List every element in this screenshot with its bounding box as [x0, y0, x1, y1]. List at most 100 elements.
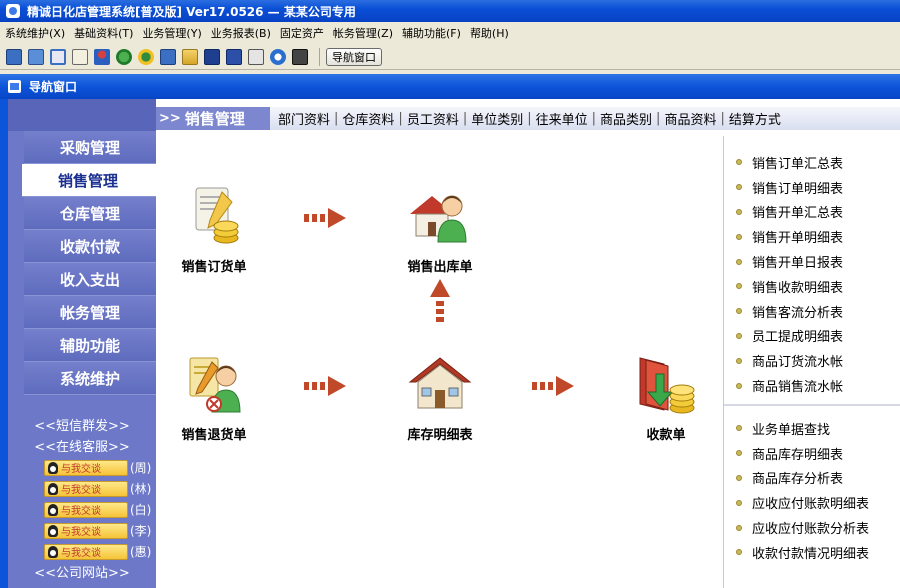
bullet-icon — [736, 233, 742, 240]
export-icon[interactable] — [160, 48, 176, 65]
list-icon[interactable] — [28, 48, 44, 65]
report-icon[interactable] — [72, 48, 88, 65]
menu-help[interactable]: 帮助(H) — [465, 25, 513, 41]
report-label: 销售收款明细表 — [752, 280, 844, 296]
link-products[interactable]: 商品资料 — [664, 109, 716, 128]
chat-contact-name: (白) — [130, 503, 152, 517]
menu-fixed-assets[interactable]: 固定资产 — [275, 25, 328, 41]
report-link[interactable]: 销售开单日报表 — [724, 249, 900, 274]
report-link[interactable]: 销售订单汇总表 — [724, 150, 900, 175]
card-icon[interactable] — [204, 48, 220, 65]
chat-contact-name: (周) — [130, 461, 152, 475]
report-link[interactable]: 应收应付账款分析表 — [724, 515, 900, 540]
report-link[interactable]: 销售开单汇总表 — [724, 200, 900, 225]
chat-label: 与我交谈 — [61, 485, 101, 496]
report-label: 销售开单明细表 — [752, 231, 844, 247]
chat-row[interactable]: 与我交谈 (惠) — [8, 541, 156, 562]
link-partners[interactable]: 往来单位 — [536, 109, 588, 128]
nav-window-titlebar: 导航窗口 — [0, 74, 900, 99]
report-link[interactable]: 商品销售流水帐 — [724, 373, 900, 398]
sidebar-item-income-expense[interactable]: 收入支出 — [24, 263, 156, 296]
report-link[interactable]: 销售订单明细表 — [724, 175, 900, 200]
chat-row[interactable]: 与我交谈 (林) — [8, 478, 156, 499]
bullet-icon — [736, 549, 742, 556]
windows-icon[interactable] — [50, 48, 66, 65]
sidebar-item-sales[interactable]: 销售管理 — [22, 164, 156, 197]
link-product-category[interactable]: 商品类别 — [600, 109, 652, 128]
chat-badge[interactable]: 与我交谈 — [44, 543, 128, 560]
exit-icon[interactable] — [292, 48, 308, 65]
report-label: 销售开单日报表 — [752, 256, 844, 272]
house-user-icon — [408, 184, 472, 248]
sales-outbound-node[interactable]: 销售出库单 — [385, 184, 495, 275]
menu-reports[interactable]: 业务报表(B) — [206, 25, 275, 41]
menu-bar: 系统维护(X) 基础资料(T) 业务管理(Y) 业务报表(B) 固定资产 帐务管… — [0, 22, 900, 44]
users-icon[interactable] — [94, 48, 110, 65]
report-link[interactable]: 收款付款情况明细表 — [724, 540, 900, 565]
divider: | — [527, 111, 532, 126]
sidebar-item-system[interactable]: 系统维护 — [24, 362, 156, 395]
chat-badge[interactable]: 与我交谈 — [44, 459, 128, 476]
recycle-icon[interactable] — [116, 48, 132, 65]
sales-order-node[interactable]: 销售订货单 — [159, 184, 269, 275]
bullet-icon — [736, 450, 742, 457]
chat-row[interactable]: 与我交谈 (白) — [8, 499, 156, 520]
link-department[interactable]: 部门资料 — [278, 109, 330, 128]
stock-detail-node[interactable]: 库存明细表 — [385, 352, 495, 443]
sidebar-item-purchase[interactable]: 采购管理 — [24, 131, 156, 164]
sales-return-node[interactable]: 销售退货单 — [159, 352, 269, 443]
report-label: 销售开单汇总表 — [752, 206, 844, 222]
chat-badge[interactable]: 与我交谈 — [44, 522, 128, 539]
menu-basic-data[interactable]: 基础资料(T) — [69, 25, 137, 41]
bullet-icon — [736, 184, 742, 191]
qq-icon — [48, 524, 58, 537]
arrow-up-icon — [430, 279, 450, 323]
link-unit-category[interactable]: 单位类别 — [471, 109, 523, 128]
report-link[interactable]: 商品库存分析表 — [724, 466, 900, 491]
sidebar-item-accounts[interactable]: 帐务管理 — [24, 296, 156, 329]
money-icon[interactable] — [138, 48, 154, 65]
menu-accounts[interactable]: 帐务管理(Z) — [328, 25, 397, 41]
chat-label: 与我交谈 — [61, 548, 101, 559]
chat-row[interactable]: 与我交谈 (周) — [8, 457, 156, 478]
chat-label: 与我交谈 — [61, 527, 101, 538]
help-icon[interactable] — [270, 48, 286, 65]
window-icon — [8, 80, 21, 93]
receipt-node[interactable]: 收款单 — [611, 352, 721, 443]
print-icon[interactable] — [248, 48, 264, 65]
report-link[interactable]: 销售开单明细表 — [724, 224, 900, 249]
sidebar-item-warehouse[interactable]: 仓库管理 — [24, 197, 156, 230]
bullet-icon — [736, 474, 742, 481]
chat-badge[interactable]: 与我交谈 — [44, 480, 128, 497]
report-label: 销售订单汇总表 — [752, 156, 844, 172]
sidebar-item-payments[interactable]: 收款付款 — [24, 230, 156, 263]
company-website-link[interactable]: <<公司网站>> — [8, 562, 156, 583]
toolbar-separator — [319, 47, 320, 66]
sms-link[interactable]: <<短信群发>> — [8, 415, 156, 436]
report-link[interactable]: 商品订货流水帐 — [724, 348, 900, 373]
grid-icon[interactable] — [6, 48, 22, 65]
link-warehouse[interactable]: 仓库资料 — [342, 109, 394, 128]
link-employee[interactable]: 员工资料 — [407, 109, 459, 128]
flow-area: 销售订货单 销售出库单 销售退货单 库存明细表 收款单 — [156, 136, 723, 588]
window-left-border — [0, 99, 8, 588]
save-icon[interactable] — [226, 48, 242, 65]
report-link[interactable]: 业务单据查找 — [724, 416, 900, 441]
report-link[interactable]: 应收应付账款明细表 — [724, 490, 900, 515]
nav-window-button[interactable]: 导航窗口 — [326, 47, 382, 66]
bullet-icon — [736, 357, 742, 364]
menu-business[interactable]: 业务管理(Y) — [137, 25, 205, 41]
menu-system[interactable]: 系统维护(X) — [0, 25, 69, 41]
report-link[interactable]: 销售客流分析表 — [724, 299, 900, 324]
sidebar-item-tools[interactable]: 辅助功能 — [24, 329, 156, 362]
report-link[interactable]: 商品库存明细表 — [724, 441, 900, 466]
sidebar-links: <<短信群发>> <<在线客服>> 与我交谈 (周) 与我交谈 (林) 与我交谈… — [8, 415, 156, 583]
report-link[interactable]: 销售收款明细表 — [724, 274, 900, 299]
chat-row[interactable]: 与我交谈 (李) — [8, 520, 156, 541]
folder-icon[interactable] — [182, 48, 198, 65]
menu-tools[interactable]: 辅助功能(F) — [397, 25, 465, 41]
report-link[interactable]: 员工提成明细表 — [724, 324, 900, 349]
chat-badge[interactable]: 与我交谈 — [44, 501, 128, 518]
link-settlement[interactable]: 结算方式 — [729, 109, 781, 128]
online-service-link[interactable]: <<在线客服>> — [8, 436, 156, 457]
